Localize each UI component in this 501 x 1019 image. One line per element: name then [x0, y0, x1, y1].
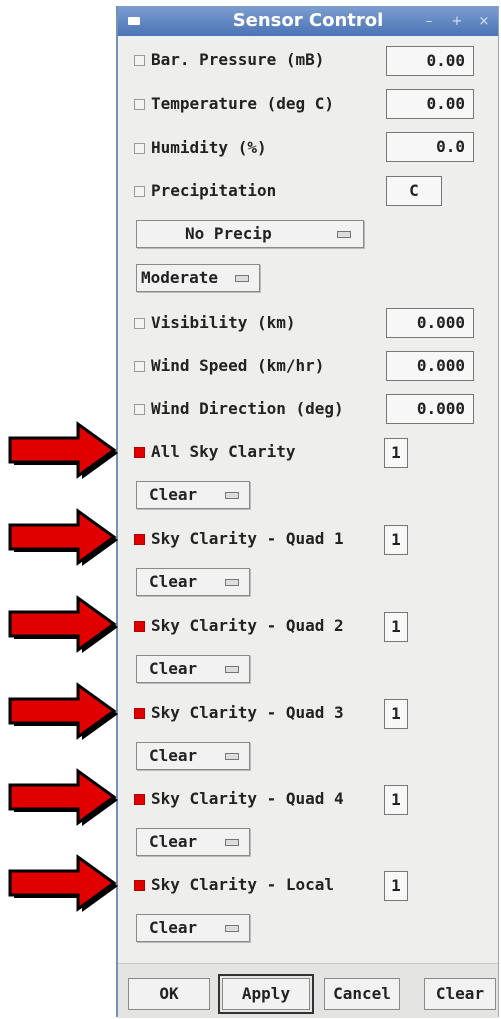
sky-quad4-option: Clear: [149, 832, 198, 851]
precipitation-checkbox[interactable]: [134, 186, 145, 197]
option-menu-indicator-icon: [235, 275, 249, 282]
sensor-control-window: Sensor Control – + × Bar. Pressure (mB) …: [116, 6, 499, 1018]
temperature-checkbox[interactable]: [134, 99, 145, 110]
wind-direction-checkbox[interactable]: [134, 404, 145, 415]
pressure-input[interactable]: 0.00: [386, 46, 474, 76]
sky-quad2-checkbox[interactable]: [134, 621, 145, 632]
option-menu-indicator-icon: [225, 753, 239, 760]
sky-quad4-input[interactable]: 1: [384, 785, 408, 815]
close-icon[interactable]: ×: [475, 14, 493, 29]
sky-quad2-input[interactable]: 1: [384, 612, 408, 642]
window-title: Sensor Control: [232, 10, 384, 31]
sky-quad1-label: Sky Clarity - Quad 1: [151, 529, 344, 548]
option-menu-indicator-icon: [225, 579, 239, 586]
sky-quad2-option: Clear: [149, 659, 198, 678]
option-menu-indicator-icon: [225, 839, 239, 846]
annotation-arrow-icon: [8, 854, 118, 912]
pressure-checkbox[interactable]: [134, 55, 145, 66]
sky-quad3-checkbox[interactable]: [134, 708, 145, 719]
sky-quad2-select[interactable]: Clear: [136, 655, 250, 683]
option-menu-indicator-icon: [225, 925, 239, 932]
apply-button[interactable]: Apply: [218, 974, 314, 1014]
wind-direction-input[interactable]: 0.000: [386, 394, 474, 424]
sky-quad4-select[interactable]: Clear: [136, 828, 250, 856]
sky-quad1-checkbox[interactable]: [134, 534, 145, 545]
sky-all-checkbox[interactable]: [134, 447, 145, 458]
visibility-checkbox[interactable]: [134, 318, 145, 329]
wind-direction-label: Wind Direction (deg): [151, 399, 344, 418]
sky-quad4-label: Sky Clarity - Quad 4: [151, 789, 344, 808]
visibility-input[interactable]: 0.000: [386, 308, 474, 338]
sky-local-select[interactable]: Clear: [136, 914, 250, 942]
option-menu-indicator-icon: [225, 492, 239, 499]
sky-local-input[interactable]: 1: [384, 871, 408, 901]
precipitation-label: Precipitation: [151, 181, 277, 200]
annotation-arrow-icon: [8, 768, 118, 826]
sky-quad1-option: Clear: [149, 572, 198, 591]
precip-type-select[interactable]: No Precip: [136, 220, 364, 248]
clear-button[interactable]: Clear: [424, 978, 496, 1010]
cancel-button[interactable]: Cancel: [324, 978, 400, 1010]
ok-button[interactable]: OK: [128, 978, 210, 1010]
annotation-arrow-icon: [8, 595, 118, 653]
wind-speed-label: Wind Speed (km/hr): [151, 356, 325, 375]
sky-quad3-input[interactable]: 1: [384, 699, 408, 729]
annotation-arrow-icon: [8, 682, 118, 740]
precip-intensity-select[interactable]: Moderate: [136, 264, 260, 292]
minimize-icon[interactable]: –: [420, 14, 438, 29]
sky-quad4-checkbox[interactable]: [134, 794, 145, 805]
button-bar: OK Apply Cancel Clear: [118, 963, 498, 1018]
sky-quad1-input[interactable]: 1: [384, 525, 408, 555]
sky-all-label: All Sky Clarity: [151, 442, 296, 461]
sky-local-option: Clear: [149, 918, 198, 937]
precip-type-value: No Precip: [185, 224, 272, 243]
sky-quad2-label: Sky Clarity - Quad 2: [151, 616, 344, 635]
annotation-arrow-icon: [8, 421, 118, 479]
humidity-label: Humidity (%): [151, 138, 267, 157]
annotation-arrow-icon: [8, 508, 118, 566]
sky-all-input[interactable]: 1: [384, 438, 408, 468]
precip-intensity-value: Moderate: [141, 268, 219, 287]
sky-quad3-label: Sky Clarity - Quad 3: [151, 703, 344, 722]
humidity-input[interactable]: 0.0: [386, 132, 474, 162]
visibility-label: Visibility (km): [151, 313, 296, 332]
temperature-input[interactable]: 0.00: [386, 89, 474, 119]
temperature-label: Temperature (deg C): [151, 94, 335, 113]
option-menu-indicator-icon: [337, 231, 351, 238]
sky-all-option: Clear: [149, 485, 198, 504]
wind-speed-checkbox[interactable]: [134, 361, 145, 372]
option-menu-indicator-icon: [225, 666, 239, 673]
pressure-label: Bar. Pressure (mB): [151, 50, 325, 69]
humidity-checkbox[interactable]: [134, 143, 145, 154]
wind-speed-input[interactable]: 0.000: [386, 351, 474, 381]
maximize-icon[interactable]: +: [448, 14, 466, 29]
sky-local-label: Sky Clarity - Local: [151, 875, 335, 894]
title-bar: Sensor Control – + ×: [118, 6, 498, 36]
sky-local-checkbox[interactable]: [134, 880, 145, 891]
sky-quad3-option: Clear: [149, 746, 198, 765]
sky-quad3-select[interactable]: Clear: [136, 742, 250, 770]
precipitation-input[interactable]: C: [386, 176, 442, 206]
sky-quad1-select[interactable]: Clear: [136, 568, 250, 596]
sky-all-select[interactable]: Clear: [136, 481, 250, 509]
